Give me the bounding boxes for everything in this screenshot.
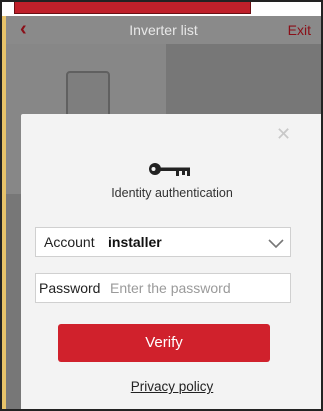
chevron-down-icon[interactable] bbox=[267, 234, 285, 252]
auth-title: Identity authentication bbox=[111, 186, 233, 200]
auth-dialog: ✕ Identity authentication Account instal… bbox=[21, 114, 321, 409]
key-icon bbox=[149, 163, 190, 176]
red-tab bbox=[14, 0, 251, 14]
page-title: Inverter list bbox=[129, 22, 198, 38]
password-input[interactable] bbox=[110, 277, 285, 299]
password-field: Password bbox=[35, 273, 291, 303]
exit-button[interactable]: Exit bbox=[288, 22, 311, 38]
top-strip bbox=[0, 0, 323, 16]
verify-button[interactable]: Verify bbox=[58, 324, 270, 362]
close-icon[interactable]: ✕ bbox=[276, 124, 291, 145]
header-bar: ‹ Inverter list Exit bbox=[6, 16, 321, 44]
account-select[interactable]: Account installer bbox=[35, 227, 291, 257]
privacy-policy-link[interactable]: Privacy policy bbox=[21, 379, 321, 394]
account-label: Account bbox=[44, 234, 95, 250]
password-label: Password bbox=[39, 280, 101, 296]
app-screen: ‹ Inverter list Exit ✕ Identity authenti… bbox=[6, 16, 321, 409]
account-value: installer bbox=[108, 234, 162, 250]
